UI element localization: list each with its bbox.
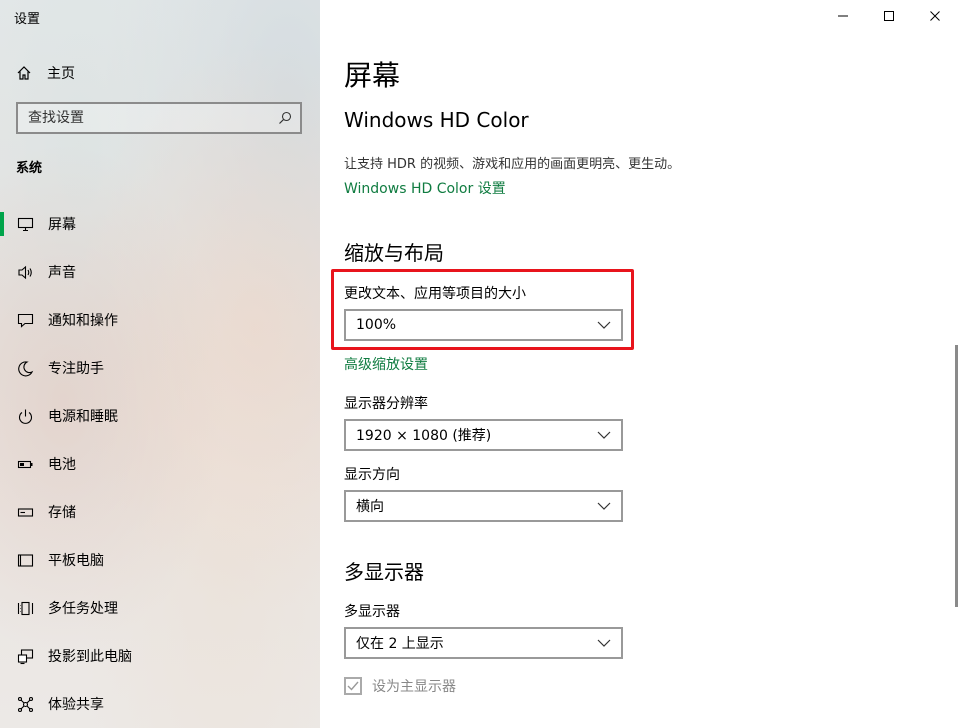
search-icon[interactable] — [278, 111, 292, 125]
sidebar-nav: 屏幕 声音 通知和操作 专注助手 电源和睡眠 电池 存储 平板电脑 多任务处理 … — [0, 200, 320, 728]
advanced-scaling-link[interactable]: 高级缩放设置 — [344, 354, 428, 374]
window-title: 设置 — [14, 12, 41, 27]
sidebar-item-storage[interactable]: 存储 — [0, 488, 320, 536]
chevron-down-icon — [597, 502, 611, 510]
multi-display-dropdown[interactable]: 仅在 2 上显示 — [344, 627, 623, 659]
sidebar-item-label: 多任务处理 — [48, 601, 118, 617]
minimize-icon — [838, 15, 848, 17]
power-icon — [16, 407, 34, 425]
text-size-dropdown[interactable]: 100% — [344, 309, 623, 341]
text-size-label: 更改文本、应用等项目的大小 — [344, 286, 526, 302]
speaker-icon — [16, 263, 34, 281]
sidebar-item-power[interactable]: 电源和睡眠 — [0, 392, 320, 440]
multi-display-label: 多显示器 — [344, 604, 400, 620]
resolution-label: 显示器分辨率 — [344, 396, 428, 412]
sidebar-item-battery[interactable]: 电池 — [0, 440, 320, 488]
main-display-checkbox[interactable]: 设为主显示器 — [344, 676, 456, 696]
home-label: 主页 — [47, 66, 75, 82]
chevron-down-icon — [597, 639, 611, 647]
section-label: 系统 — [16, 161, 43, 176]
scale-layout-heading: 缩放与布局 — [344, 241, 444, 265]
sidebar-item-label: 存储 — [48, 505, 76, 521]
sidebar-item-notifications[interactable]: 通知和操作 — [0, 296, 320, 344]
orientation-label: 显示方向 — [344, 467, 400, 483]
sidebar-item-focus[interactable]: 专注助手 — [0, 344, 320, 392]
close-button[interactable] — [912, 0, 958, 32]
main-panel: 屏幕 Windows HD Color 让支持 HDR 的视频、游戏和应用的画面… — [320, 0, 958, 728]
chevron-down-icon — [597, 321, 611, 329]
page-title: 屏幕 — [344, 59, 401, 92]
window-controls — [820, 0, 958, 32]
close-icon — [930, 11, 940, 21]
notification-icon — [16, 311, 34, 329]
checkmark-icon — [347, 681, 359, 691]
hdr-heading: Windows HD Color — [344, 108, 529, 132]
orientation-dropdown[interactable]: 横向 — [344, 490, 623, 522]
moon-icon — [16, 359, 34, 377]
sidebar-item-sound[interactable]: 声音 — [0, 248, 320, 296]
checkbox-box[interactable] — [344, 677, 362, 695]
tablet-icon — [16, 551, 34, 569]
sidebar-item-label: 平板电脑 — [48, 553, 104, 569]
project-icon — [16, 647, 34, 665]
sidebar-item-label: 投影到此电脑 — [48, 649, 132, 665]
home-nav-item[interactable]: 主页 — [16, 63, 75, 83]
sidebar-item-label: 电池 — [48, 457, 76, 473]
sidebar-item-display[interactable]: 屏幕 — [0, 200, 320, 248]
sidebar-item-label: 电源和睡眠 — [48, 409, 118, 425]
sidebar-item-shared-experiences[interactable]: 体验共享 — [0, 680, 320, 728]
multi-display-heading: 多显示器 — [344, 560, 424, 584]
battery-icon — [16, 455, 34, 473]
share-icon — [16, 695, 34, 713]
sidebar-item-label: 声音 — [48, 265, 76, 281]
search-box[interactable] — [16, 102, 302, 134]
resolution-dropdown[interactable]: 1920 × 1080 (推荐) — [344, 419, 623, 451]
sidebar-item-label: 专注助手 — [48, 361, 104, 377]
orientation-value: 横向 — [356, 499, 384, 515]
hdr-description: 让支持 HDR 的视频、游戏和应用的画面更明亮、更生动。 — [344, 157, 681, 172]
monitor-icon — [16, 215, 34, 233]
sidebar-item-label: 屏幕 — [48, 217, 76, 233]
sidebar-item-label: 通知和操作 — [48, 313, 118, 329]
sidebar-item-projecting[interactable]: 投影到此电脑 — [0, 632, 320, 680]
home-icon — [17, 66, 31, 80]
multitask-icon — [16, 599, 34, 617]
sidebar-item-tablet[interactable]: 平板电脑 — [0, 536, 320, 584]
chevron-down-icon — [597, 431, 611, 439]
maximize-button[interactable] — [866, 0, 912, 32]
sidebar-item-multitasking[interactable]: 多任务处理 — [0, 584, 320, 632]
storage-icon — [16, 503, 34, 521]
text-size-value: 100% — [356, 317, 397, 333]
sidebar-item-label: 体验共享 — [48, 697, 104, 713]
main-display-checkbox-label: 设为主显示器 — [372, 679, 456, 695]
resolution-value: 1920 × 1080 (推荐) — [356, 428, 492, 444]
maximize-icon — [884, 11, 894, 21]
minimize-button[interactable] — [820, 0, 866, 32]
search-input[interactable] — [28, 110, 278, 126]
sidebar: 设置 主页 系统 屏幕 声音 通知和操作 专注助手 电源和睡眠 — [0, 0, 320, 728]
hdr-settings-link[interactable]: Windows HD Color 设置 — [344, 178, 506, 198]
multi-display-value: 仅在 2 上显示 — [356, 636, 444, 652]
